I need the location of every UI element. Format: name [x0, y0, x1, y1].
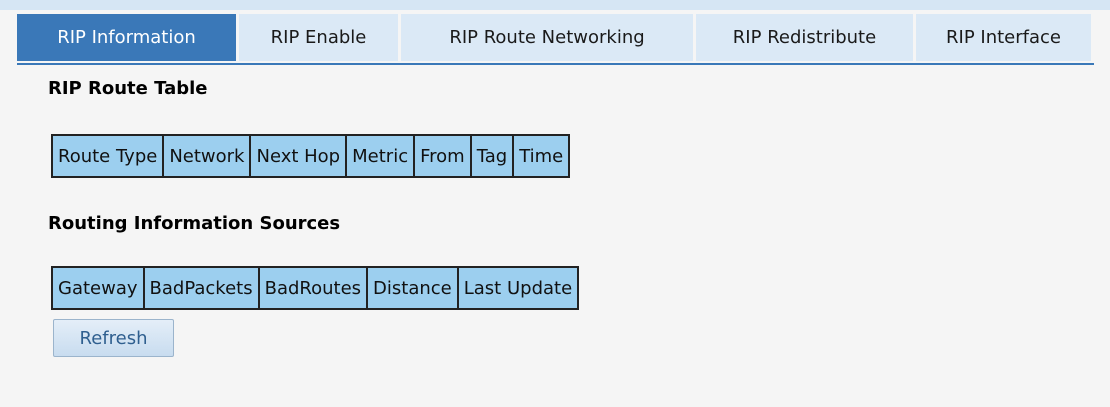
column-header: Distance — [366, 266, 459, 310]
table-header-row: Gateway BadPackets BadRoutes Distance La… — [51, 266, 580, 310]
route-table-title: RIP Route Table — [48, 78, 208, 99]
top-strip — [0, 0, 1110, 10]
column-header: BadPackets — [142, 266, 260, 310]
column-header: Metric — [345, 134, 416, 178]
refresh-button[interactable]: Refresh — [53, 319, 174, 357]
tab-rip-route-networking[interactable]: RIP Route Networking — [401, 14, 696, 61]
routing-sources-table: Gateway BadPackets BadRoutes Distance La… — [51, 266, 580, 310]
column-header: BadRoutes — [257, 266, 369, 310]
column-header: Time — [512, 134, 571, 178]
column-header: Tag — [469, 134, 515, 178]
routing-sources-title: Routing Information Sources — [48, 213, 341, 234]
tab-rip-enable[interactable]: RIP Enable — [239, 14, 401, 61]
tab-rip-information[interactable]: RIP Information — [17, 14, 239, 61]
column-header: From — [413, 134, 472, 178]
column-header: Network — [162, 134, 252, 178]
column-header: Gateway — [51, 266, 145, 310]
tab-bar: RIP Information RIP Enable RIP Route Net… — [17, 14, 1094, 65]
rip-route-table: Route Type Network Next Hop Metric From … — [50, 134, 571, 178]
tab-rip-redistribute[interactable]: RIP Redistribute — [696, 14, 916, 61]
column-header: Route Type — [50, 134, 165, 178]
tab-rip-interface[interactable]: RIP Interface — [916, 14, 1094, 61]
column-header: Last Update — [456, 266, 580, 310]
column-header: Next Hop — [249, 134, 348, 178]
table-header-row: Route Type Network Next Hop Metric From … — [50, 134, 571, 178]
